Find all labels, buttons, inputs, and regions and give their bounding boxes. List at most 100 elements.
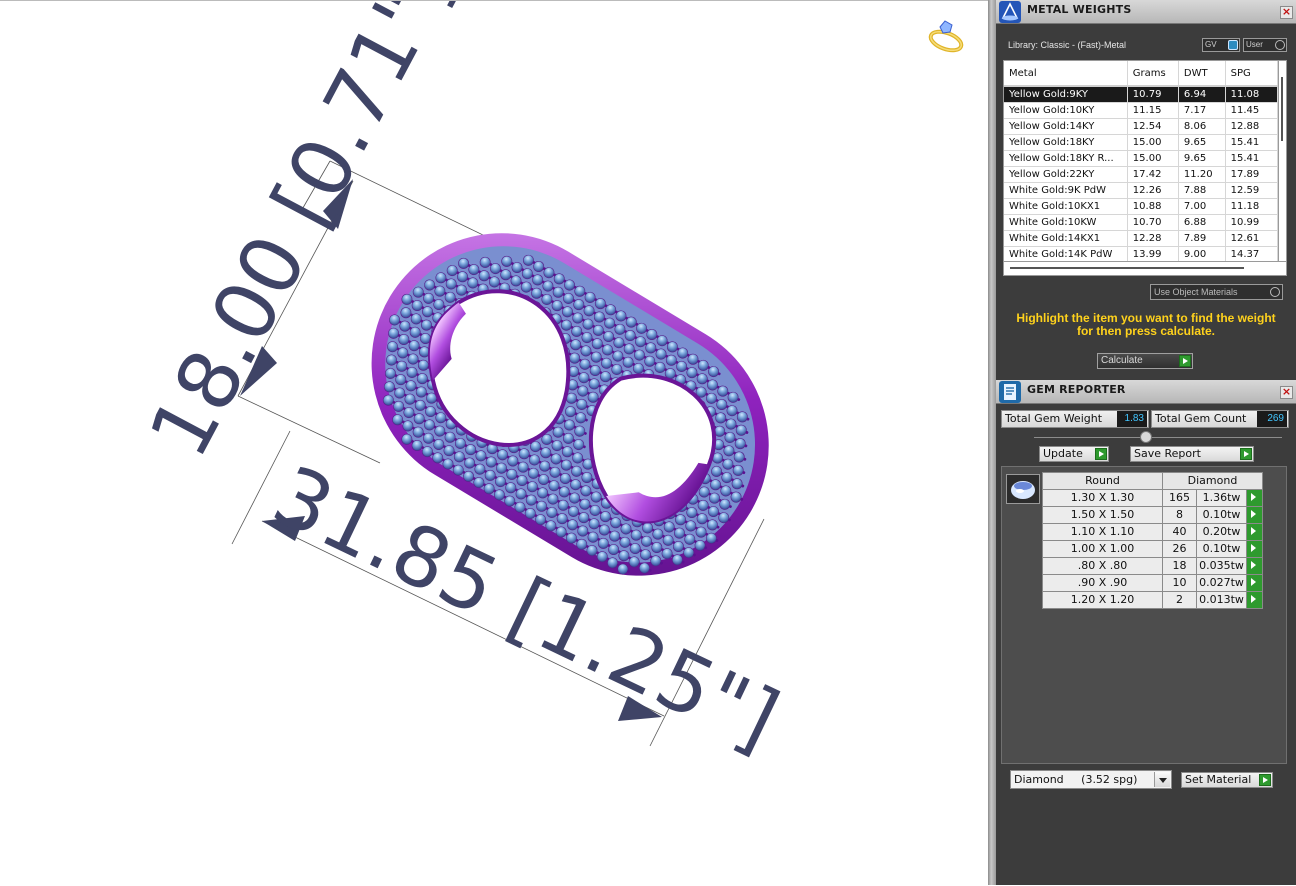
table-row[interactable]: Yellow Gold:22KY 17.42 11.20 17.89: [1004, 166, 1278, 183]
panel-splitter[interactable]: [988, 0, 996, 885]
play-icon: [1179, 355, 1191, 367]
cell-dwt: 6.88: [1178, 214, 1226, 231]
chevron-down-icon: [1154, 772, 1170, 787]
table-row[interactable]: White Gold:14K PdW 13.99 9.00 14.37: [1004, 246, 1278, 261]
metal-weights-table[interactable]: Metal Grams DWT SPG Yellow Gold:9KY 10.79…: [1003, 60, 1279, 262]
cell-grams: 15.00: [1127, 134, 1179, 151]
metal-weights-header: METAL WEIGHTS ×: [996, 0, 1296, 24]
gem-reporter-close-button[interactable]: ×: [1280, 386, 1293, 399]
cell-grams: 11.15: [1127, 102, 1179, 119]
table-row[interactable]: White Gold:14KX1 12.28 7.89 12.61: [1004, 230, 1278, 247]
gem-count: 10: [1162, 574, 1197, 592]
gem-count: 165: [1162, 489, 1197, 507]
cell-metal: Yellow Gold:14KY: [1004, 118, 1128, 135]
col-header-spg[interactable]: SPG: [1225, 61, 1278, 87]
user-toggle[interactable]: User: [1243, 38, 1287, 52]
user-toggle-label: User: [1246, 40, 1263, 49]
cell-spg: 12.59: [1225, 182, 1278, 199]
gem-row[interactable]: 1.10 X 1.10 40 0.20tw: [1042, 523, 1263, 541]
use-object-materials-toggle[interactable]: Use Object Materials: [1150, 284, 1283, 300]
select-gems-button[interactable]: [1246, 523, 1263, 541]
table-row[interactable]: Yellow Gold:18KY R... 15.00 9.65 15.41: [1004, 150, 1278, 167]
table-row[interactable]: Yellow Gold:14KY 12.54 8.06 12.88: [1004, 118, 1278, 135]
scrollbar-thumb[interactable]: [1010, 267, 1244, 269]
set-material-button[interactable]: Set Material: [1181, 772, 1273, 788]
cell-metal: White Gold:14K PdW: [1004, 246, 1128, 261]
report-icon: [999, 381, 1021, 403]
col-header-dwt[interactable]: DWT: [1178, 61, 1226, 87]
gv-toggle[interactable]: GV: [1202, 38, 1240, 52]
select-gems-button[interactable]: [1246, 557, 1263, 575]
col-header-grams[interactable]: Grams: [1127, 61, 1179, 87]
table-row[interactable]: White Gold:10KX1 10.88 7.00 11.18: [1004, 198, 1278, 215]
cell-metal: Yellow Gold:18KY: [1004, 134, 1128, 151]
table-row[interactable]: Yellow Gold:18KY 15.00 9.65 15.41: [1004, 134, 1278, 151]
update-button[interactable]: Update: [1039, 446, 1109, 462]
select-gems-button[interactable]: [1246, 506, 1263, 524]
gem-row[interactable]: 1.30 X 1.30 165 1.36tw: [1042, 489, 1263, 507]
total-gem-weight: Total Gem Weight 1.83: [1001, 410, 1149, 428]
side-panel: METAL WEIGHTS × Library: Classic - (Fast…: [996, 0, 1296, 885]
gem-count: 18: [1162, 557, 1197, 575]
cell-grams: 12.54: [1127, 118, 1179, 135]
cell-spg: 12.88: [1225, 118, 1278, 135]
set-material-label: Set Material: [1185, 773, 1252, 786]
gem-row[interactable]: 1.00 X 1.00 26 0.10tw: [1042, 540, 1263, 558]
total-gem-count: Total Gem Count 269: [1151, 410, 1289, 428]
select-gems-button[interactable]: [1246, 489, 1263, 507]
table-row[interactable]: White Gold:9K PdW 12.26 7.88 12.59: [1004, 182, 1278, 199]
gem-row[interactable]: .80 X .80 18 0.035tw: [1042, 557, 1263, 575]
cell-spg: 15.41: [1225, 150, 1278, 167]
report-slider-knob[interactable]: [1140, 431, 1152, 443]
material-select[interactable]: Diamond (3.52 spg): [1010, 770, 1172, 789]
material-select-value: Diamond (3.52 spg): [1014, 773, 1138, 786]
cell-grams: 10.70: [1127, 214, 1179, 231]
ring-view-icon[interactable]: [928, 20, 964, 54]
save-report-button[interactable]: Save Report: [1130, 446, 1254, 462]
round-gem-icon[interactable]: [1006, 474, 1040, 504]
cell-metal: White Gold:14KX1: [1004, 230, 1128, 247]
cell-spg: 11.45: [1225, 102, 1278, 119]
cell-metal: White Gold:9K PdW: [1004, 182, 1128, 199]
gem-row[interactable]: 1.50 X 1.50 8 0.10tw: [1042, 506, 1263, 524]
total-gem-weight-label: Total Gem Weight: [1005, 412, 1103, 425]
gem-report-table[interactable]: Round Diamond 1.30 X 1.30 165 1.36tw 1.50 …: [1042, 472, 1263, 609]
gem-size: .90 X .90: [1042, 574, 1163, 592]
metal-weights-close-button[interactable]: ×: [1280, 6, 1293, 19]
cell-spg: 11.18: [1225, 198, 1278, 215]
gem-weight: 0.027tw: [1196, 574, 1247, 592]
table-row[interactable]: White Gold:10KW 10.70 6.88 10.99: [1004, 214, 1278, 231]
gem-weight: 0.013tw: [1196, 591, 1247, 609]
select-gems-button[interactable]: [1246, 540, 1263, 558]
table-row[interactable]: Yellow Gold:10KY 11.15 7.17 11.45: [1004, 102, 1278, 119]
metal-table-vertical-scrollbar[interactable]: [1279, 60, 1287, 262]
col-header-metal[interactable]: Metal: [1004, 61, 1128, 87]
gem-row[interactable]: .90 X .90 10 0.027tw: [1042, 574, 1263, 592]
cell-grams: 10.88: [1127, 198, 1179, 215]
scrollbar-thumb[interactable]: [1281, 77, 1283, 141]
total-gem-weight-value: 1.83: [1117, 411, 1147, 427]
cell-dwt: 9.65: [1178, 150, 1226, 167]
use-object-materials-label: Use Object Materials: [1154, 287, 1238, 297]
gem-size: 1.20 X 1.20: [1042, 591, 1163, 609]
3d-viewport[interactable]: 18.00 [0.71"] 31.85 [1.25"]: [0, 0, 988, 885]
viewport-canvas[interactable]: 18.00 [0.71"] 31.85 [1.25"]: [0, 1, 988, 886]
select-gems-button[interactable]: [1246, 591, 1263, 609]
cell-spg: 15.41: [1225, 134, 1278, 151]
gem-size: 1.00 X 1.00: [1042, 540, 1163, 558]
cell-grams: 17.42: [1127, 166, 1179, 183]
metal-table-horizontal-scrollbar[interactable]: [1003, 262, 1287, 276]
table-header-row: Metal Grams DWT SPG: [1004, 61, 1278, 87]
gem-row[interactable]: 1.20 X 1.20 2 0.013tw: [1042, 591, 1263, 609]
table-row[interactable]: Yellow Gold:9KY 10.79 6.94 11.08: [1004, 86, 1278, 103]
gem-shape-header: Round: [1042, 472, 1163, 490]
cell-dwt: 8.06: [1178, 118, 1226, 135]
hint-line-2: for then press calculate.: [1076, 324, 1216, 338]
gem-weight: 0.10tw: [1196, 540, 1247, 558]
gem-weight: 0.10tw: [1196, 506, 1247, 524]
cell-dwt: 7.00: [1178, 198, 1226, 215]
select-gems-button[interactable]: [1246, 574, 1263, 592]
calculate-button[interactable]: Calculate: [1097, 353, 1193, 369]
library-label: Library: Classic - (Fast)-Metal: [1008, 40, 1127, 50]
play-icon: [1095, 448, 1107, 460]
